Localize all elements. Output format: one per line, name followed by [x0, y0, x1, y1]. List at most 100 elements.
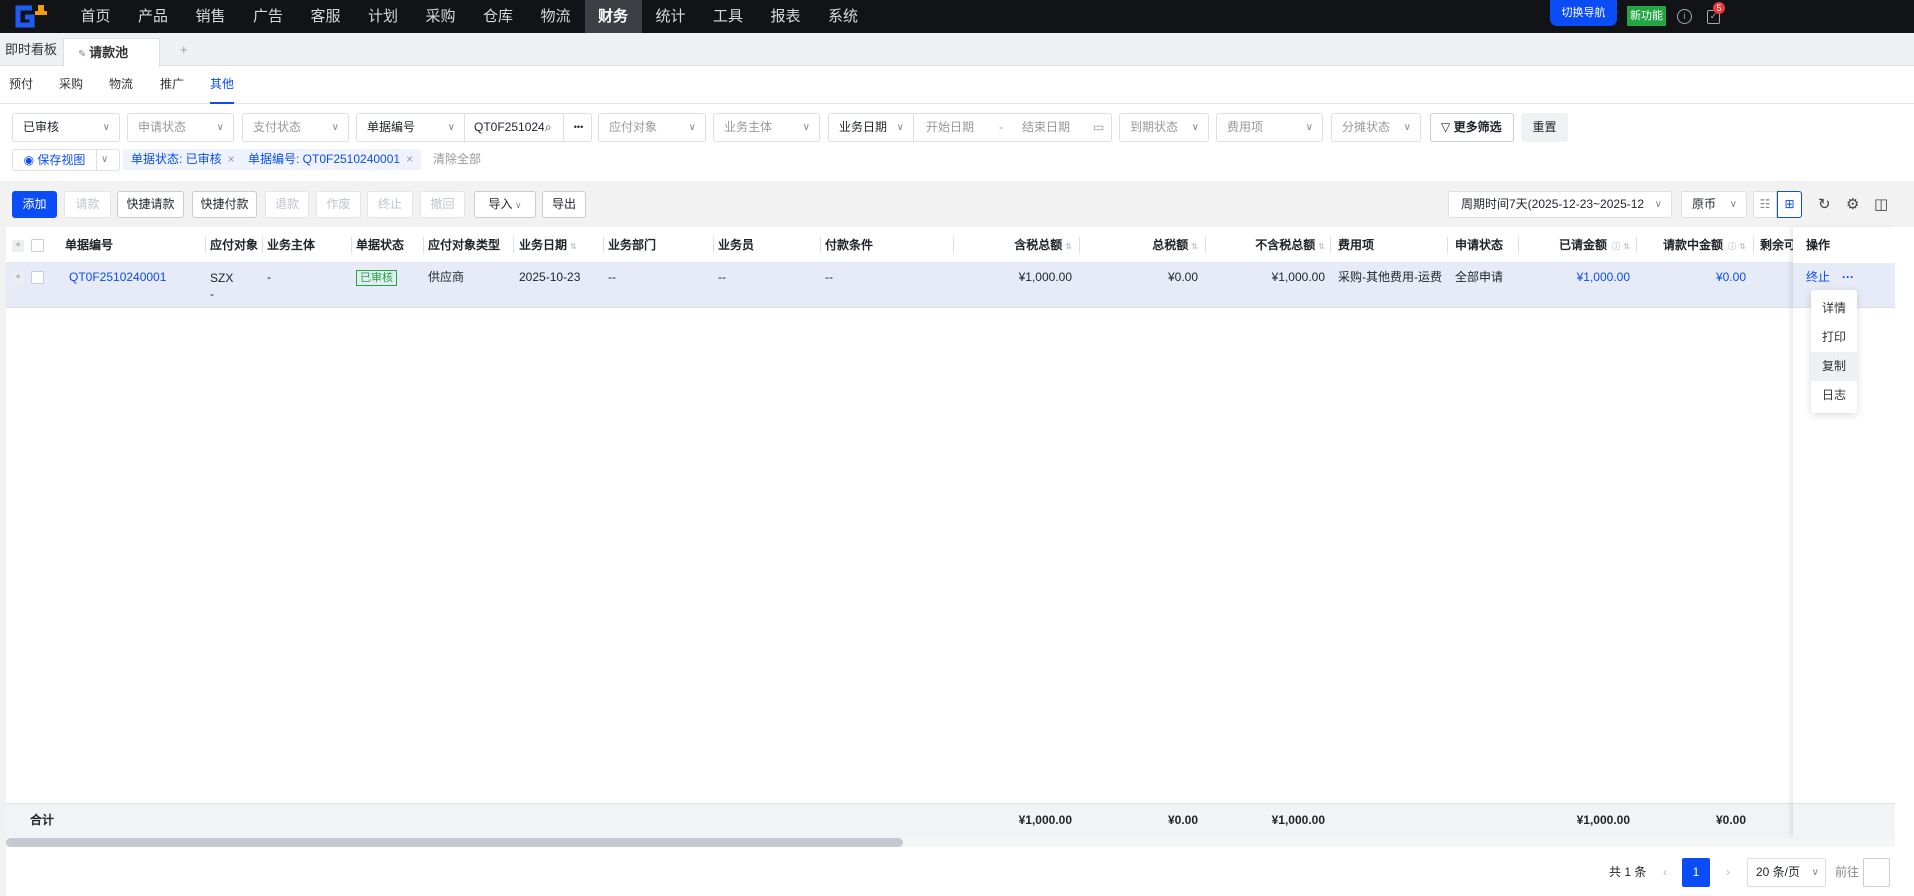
start-date-input[interactable]: 开始日期: [926, 114, 974, 141]
gear-icon[interactable]: ⚙: [1846, 195, 1859, 213]
grid-view-toggle[interactable]: ⊞: [1777, 191, 1802, 218]
request-button[interactable]: 请款: [64, 191, 111, 218]
doc-no-field-select[interactable]: 单据编号 ∨: [357, 114, 465, 141]
column-header[interactable]: 业务部门: [608, 228, 656, 263]
column-header[interactable]: 业务主体: [267, 228, 315, 263]
column-divider[interactable]: [1753, 237, 1754, 253]
payee-select[interactable]: 应付对象 ∨: [598, 113, 706, 142]
fee-item-select[interactable]: 费用项 ∨: [1216, 113, 1323, 142]
scrollbar-thumb[interactable]: [6, 838, 903, 847]
column-divider[interactable]: [262, 237, 263, 253]
column-divider[interactable]: [423, 237, 424, 253]
help-icon[interactable]: ⓘ: [1610, 242, 1620, 251]
column-divider[interactable]: [1205, 237, 1206, 253]
import-button[interactable]: 导入 ∨: [474, 191, 536, 218]
column-header[interactable]: 请款中金额 ⓘ ⇅: [1640, 228, 1746, 263]
column-divider[interactable]: [1447, 237, 1448, 253]
pin-icon[interactable]: ✎: [78, 49, 89, 60]
subtab-logistics[interactable]: 物流: [109, 66, 133, 104]
apply-status-select[interactable]: 申请状态 ∨: [127, 113, 234, 142]
doc-no-input[interactable]: QT0F251024: [474, 114, 544, 141]
column-divider[interactable]: [513, 237, 514, 253]
column-divider[interactable]: [1079, 237, 1080, 253]
app-logo[interactable]: [12, 5, 50, 28]
clear-all-link[interactable]: 清除全部: [433, 149, 481, 170]
quick-pay-button[interactable]: 快捷付款: [192, 191, 257, 218]
refund-button[interactable]: 退款: [265, 191, 309, 218]
nav-item[interactable]: 销售: [182, 0, 239, 33]
end-date-input[interactable]: 结束日期: [1022, 114, 1070, 141]
column-header[interactable]: 申请状态: [1455, 228, 1503, 263]
column-divider[interactable]: [713, 237, 714, 253]
nav-item[interactable]: 采购: [412, 0, 469, 33]
reset-button[interactable]: 重置: [1521, 113, 1568, 142]
terminate-button[interactable]: 终止: [367, 191, 413, 218]
search-icon[interactable]: ⌕: [545, 114, 552, 141]
tab-dashboard[interactable]: 即时看板: [5, 33, 57, 66]
nav-item[interactable]: 客服: [297, 0, 354, 33]
nav-item[interactable]: 物流: [527, 0, 584, 33]
row-checkbox[interactable]: [31, 271, 44, 284]
sort-icon[interactable]: ⇅: [1318, 242, 1325, 251]
period-select[interactable]: 周期时间7天(2025-12-23~2025-12 ∨: [1448, 191, 1672, 218]
column-header[interactable]: 含税总额 ⇅: [953, 228, 1072, 263]
expand-row-icon[interactable]: +: [12, 272, 24, 284]
column-divider[interactable]: [953, 237, 954, 253]
column-header[interactable]: 剩余可: [1760, 228, 1796, 263]
page-size-select[interactable]: 20 条/页 ∨: [1747, 858, 1826, 887]
quick-request-button[interactable]: 快捷请款: [117, 191, 184, 218]
add-tab-button[interactable]: +: [180, 33, 188, 66]
save-view-button[interactable]: ◉ 保存视图: [13, 150, 97, 170]
column-header[interactable]: 业务日期 ⇅: [519, 228, 577, 263]
menu-item-print[interactable]: 打印: [1811, 323, 1857, 352]
withdraw-button[interactable]: 撤回: [420, 191, 465, 218]
more-options-button[interactable]: •••: [563, 114, 593, 141]
prev-page-button[interactable]: ‹: [1663, 858, 1667, 887]
doc-no-link[interactable]: QT0F2510240001: [69, 263, 166, 291]
due-status-select[interactable]: 到期状态 ∨: [1119, 113, 1209, 142]
sort-icon[interactable]: ⇅: [1739, 242, 1746, 251]
next-page-button[interactable]: ›: [1726, 858, 1730, 887]
column-header[interactable]: 不含税总额 ⇅: [1205, 228, 1325, 263]
menu-item-detail[interactable]: 详情: [1811, 294, 1857, 323]
nav-item[interactable]: 财务: [584, 0, 642, 33]
subtab-other[interactable]: 其他: [210, 66, 235, 104]
sort-icon[interactable]: ⇅: [570, 242, 577, 251]
list-view-toggle[interactable]: ☷: [1753, 191, 1777, 218]
sort-icon[interactable]: ⇅: [1623, 242, 1630, 251]
nav-item[interactable]: 广告: [240, 0, 297, 33]
column-header[interactable]: 费用项: [1338, 228, 1374, 263]
tab-payment-pool[interactable]: ✎ 请款池: [63, 38, 160, 67]
new-feature-button[interactable]: 新功能: [1627, 6, 1666, 26]
nav-item[interactable]: 工具: [700, 0, 757, 33]
calendar-icon[interactable]: ▭: [1093, 114, 1104, 141]
column-header[interactable]: 付款条件: [825, 228, 873, 263]
void-button[interactable]: 作废: [316, 191, 361, 218]
column-divider[interactable]: [351, 237, 352, 253]
sort-icon[interactable]: ⇅: [1065, 242, 1072, 251]
nav-item[interactable]: 报表: [757, 0, 814, 33]
add-button[interactable]: 添加: [12, 191, 57, 218]
column-divider[interactable]: [1518, 237, 1519, 253]
select-all-checkbox[interactable]: [31, 239, 44, 252]
column-divider[interactable]: [205, 237, 206, 253]
refresh-icon[interactable]: ↻: [1818, 195, 1831, 213]
nav-item[interactable]: 计划: [355, 0, 412, 33]
columns-icon[interactable]: ◫: [1874, 195, 1888, 213]
menu-item-log[interactable]: 日志: [1811, 381, 1857, 410]
nav-item[interactable]: 产品: [125, 0, 182, 33]
column-divider[interactable]: [820, 237, 821, 253]
subtab-purchase[interactable]: 采购: [59, 66, 83, 104]
menu-item-copy[interactable]: 复制: [1811, 352, 1857, 381]
page-1-button[interactable]: 1: [1682, 858, 1710, 887]
nav-item[interactable]: 仓库: [470, 0, 527, 33]
column-divider[interactable]: [1636, 237, 1637, 253]
help-icon[interactable]: ⓘ: [1726, 242, 1736, 251]
column-header[interactable]: 应付对象: [210, 228, 258, 263]
sort-icon[interactable]: ⇅: [1191, 242, 1198, 251]
entity-select[interactable]: 业务主体 ∨: [713, 113, 820, 142]
chevron-down-icon[interactable]: ∨: [101, 150, 108, 170]
column-header[interactable]: 总税额 ⇅: [1078, 228, 1198, 263]
audit-status-select[interactable]: 已审核 ∨: [12, 113, 120, 142]
nav-item[interactable]: 首页: [67, 0, 124, 33]
